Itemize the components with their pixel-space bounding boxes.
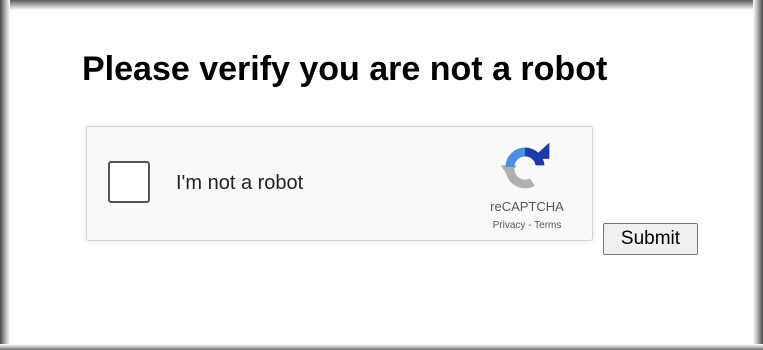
recaptcha-brand: reCAPTCHA: [490, 199, 564, 214]
browser-frame: Please verify you are not a robot I'm no…: [0, 0, 763, 350]
frame-edge-bottom: [0, 344, 763, 350]
page-title: Please verify you are not a robot: [82, 50, 608, 88]
frame-edge-top: [0, 0, 763, 10]
frame-edge-right: [753, 0, 763, 350]
frame-edge-left: [0, 0, 10, 350]
link-separator: -: [525, 220, 535, 231]
not-a-robot-checkbox[interactable]: [108, 161, 150, 203]
recaptcha-links: Privacy - Terms: [477, 220, 577, 231]
submit-button[interactable]: Submit: [603, 223, 698, 255]
checkbox-label: I'm not a robot: [176, 172, 304, 194]
privacy-link[interactable]: Privacy: [493, 220, 526, 231]
recaptcha-widget: I'm not a robot reCAPTCHA Privacy - Term…: [86, 126, 593, 241]
terms-link[interactable]: Terms: [534, 220, 561, 231]
recaptcha-logo-icon: [500, 142, 550, 189]
